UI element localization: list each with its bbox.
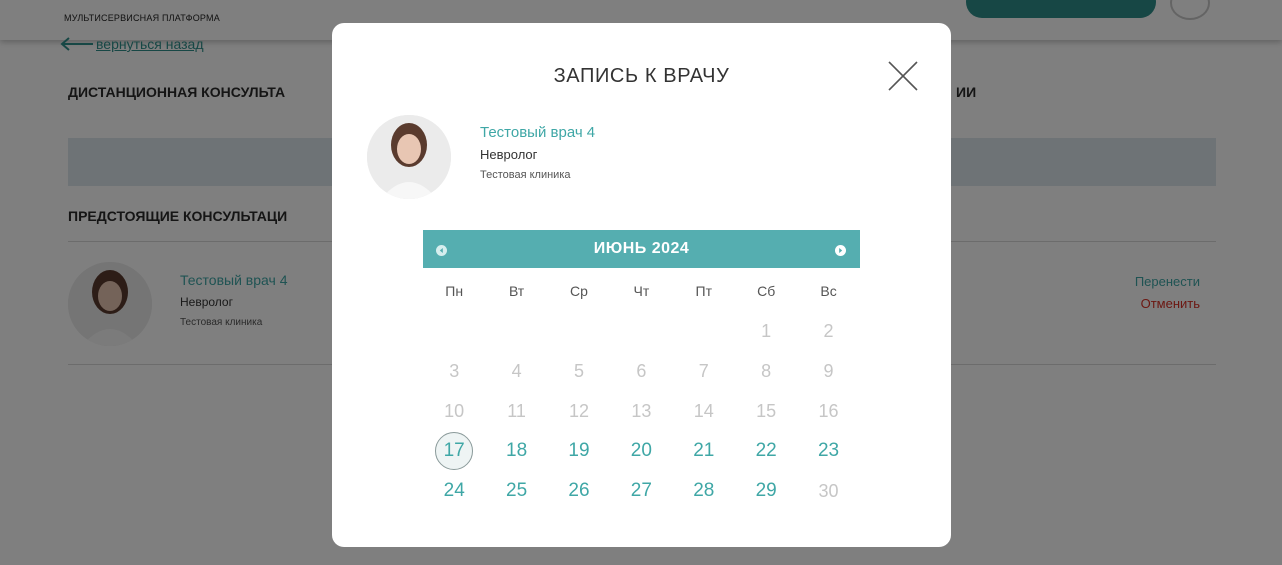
- calendar-grid: Пн Вт Ср Чт Пт Сб Вс 1 2 3 4 5 6 7 8 9 10 11 12 13 14 15 16 17…: [423, 271, 860, 511]
- weekday-label: Чт: [633, 283, 650, 299]
- doctor-avatar: [367, 115, 451, 199]
- calendar-week-row: 3 4 5 6 7 8 9: [423, 351, 860, 391]
- calendar-day-disabled: 8: [761, 360, 772, 381]
- calendar-day[interactable]: 24: [423, 480, 485, 502]
- doctor-name-link[interactable]: Тестовый врач 4: [480, 124, 595, 141]
- calendar-day[interactable]: 18: [485, 440, 547, 462]
- calendar-day[interactable]: 26: [548, 480, 610, 502]
- weekday-label: Вс: [820, 283, 837, 299]
- calendar-day-disabled: 30: [818, 480, 839, 501]
- calendar-day[interactable]: 21: [673, 440, 735, 462]
- calendar-day-disabled: 14: [693, 400, 714, 421]
- chevron-right-icon: [835, 245, 846, 256]
- calendar-day[interactable]: 25: [485, 480, 547, 502]
- calendar-day-disabled: 7: [698, 360, 709, 381]
- calendar-day-label: 17: [435, 432, 474, 470]
- close-button[interactable]: [886, 59, 920, 93]
- calendar-week-row: 17 18 19 20 21 22 23: [423, 431, 860, 471]
- calendar-day-disabled: 2: [823, 320, 834, 341]
- calendar-day-disabled: 15: [756, 400, 777, 421]
- calendar-day-disabled: 6: [636, 360, 647, 381]
- weekday-label: Пт: [695, 283, 712, 299]
- calendar-day-disabled: 3: [449, 360, 460, 381]
- doctor-specialty: Невролог: [480, 147, 538, 162]
- weekday-label: Пн: [445, 283, 464, 299]
- calendar-day[interactable]: 22: [735, 440, 797, 462]
- calendar-month-label: ИЮНЬ 2024: [593, 240, 690, 257]
- calendar-day-disabled: 12: [568, 400, 589, 421]
- weekday-label: Вт: [508, 283, 525, 299]
- calendar-day-today[interactable]: 17: [423, 432, 485, 470]
- weekday-label: Ср: [570, 283, 588, 299]
- calendar-day-disabled: 1: [761, 320, 772, 341]
- next-month-button[interactable]: [835, 243, 846, 256]
- calendar-day-disabled: 11: [507, 400, 526, 421]
- calendar-header: ИЮНЬ 2024: [423, 230, 860, 268]
- calendar-day[interactable]: 28: [673, 480, 735, 502]
- calendar-day[interactable]: 27: [610, 480, 672, 502]
- doctor-clinic: Тестовая клиника: [480, 169, 571, 181]
- calendar-day-disabled: 16: [818, 400, 839, 421]
- calendar-week-row: 10 11 12 13 14 15 16: [423, 391, 860, 431]
- calendar-week-row: 12: [423, 311, 860, 351]
- calendar-day[interactable]: 23: [797, 440, 859, 462]
- weekday-label: Сб: [757, 283, 776, 299]
- calendar-day[interactable]: 29: [735, 480, 797, 502]
- calendar-day[interactable]: 20: [610, 440, 672, 462]
- close-icon: [888, 61, 918, 91]
- calendar-week-row: 24 25 26 27 28 29 30: [423, 471, 860, 511]
- calendar-day-disabled: 9: [823, 360, 834, 381]
- calendar-day[interactable]: 19: [548, 440, 610, 462]
- weekday-row: Пн Вт Ср Чт Пт Сб Вс: [423, 271, 860, 311]
- calendar-weeks: 1 2 3 4 5 6 7 8 9 10 11 12 13 14 15 16 17 18 19 20 21 22 23 24 2…: [423, 311, 860, 511]
- appointment-modal: ЗАПИСЬ К ВРАЧУ Тестовый врач 4 Невролог …: [332, 23, 951, 547]
- calendar-day-disabled: 13: [631, 400, 652, 421]
- modal-title: ЗАПИСЬ К ВРАЧУ: [553, 65, 730, 87]
- calendar-day-disabled: 10: [444, 400, 465, 421]
- calendar-day-disabled: 5: [573, 360, 584, 381]
- calendar-day-disabled: 4: [511, 360, 522, 381]
